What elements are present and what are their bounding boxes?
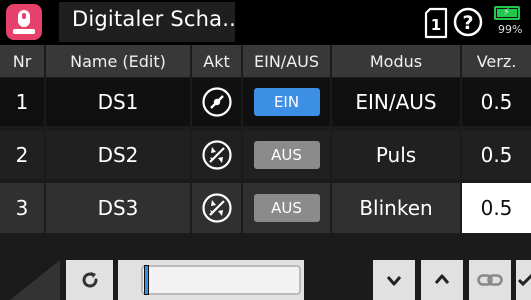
- row-1-nr: 1: [0, 78, 44, 126]
- chevron-up-icon: [434, 274, 450, 284]
- row-3-act: [192, 183, 241, 233]
- switch-blocked-icon: [201, 140, 232, 170]
- card-number: 1: [431, 16, 441, 34]
- row-1-mode[interactable]: EIN/AUS: [332, 78, 460, 126]
- link-icon: [477, 274, 503, 286]
- row-2-state-cell: AUS: [243, 131, 330, 179]
- row-2-mode[interactable]: Puls: [332, 131, 460, 179]
- row-2-name[interactable]: DS2: [46, 131, 190, 179]
- row-2-nr: 2: [0, 131, 44, 179]
- model-card-icon[interactable]: 1: [423, 7, 449, 43]
- row-3-delay-selected[interactable]: 0.5: [462, 183, 531, 233]
- slider-handle[interactable]: [144, 265, 149, 295]
- switch-inactive-icon: [201, 87, 232, 117]
- corner-triangle-icon: [10, 260, 60, 300]
- chevron-down-icon: [386, 276, 402, 286]
- row-1-state-badge[interactable]: EIN: [253, 88, 320, 116]
- header-nr: Nr: [0, 45, 44, 77]
- title-bar: Digitaler Scha.. 1 ? ⚡ 99%: [0, 0, 531, 45]
- header-onoff: EIN/AUS: [243, 45, 330, 77]
- row-1-state-cell: EIN: [243, 78, 330, 126]
- row-3-name[interactable]: DS3: [46, 183, 190, 233]
- row-2-state-badge[interactable]: AUS: [253, 141, 320, 169]
- header-mode: Modus: [332, 45, 460, 77]
- charging-bolt-icon: ⚡: [503, 7, 511, 18]
- help-icon[interactable]: ?: [453, 7, 483, 41]
- row-3-state-cell: AUS: [243, 183, 330, 233]
- row-3-state-badge[interactable]: AUS: [253, 194, 320, 222]
- row-1-act: [192, 78, 241, 126]
- header-name: Name (Edit): [46, 45, 190, 77]
- link-button[interactable]: [469, 260, 511, 300]
- page-title: Digitaler Scha..: [72, 7, 236, 31]
- svg-text:?: ?: [462, 12, 473, 34]
- row-1-name[interactable]: DS1: [46, 78, 190, 126]
- confirm-button[interactable]: [516, 260, 531, 300]
- header-delay: Verz.: [462, 45, 531, 77]
- battery-icon: ⚡: [494, 6, 520, 20]
- checkmark-icon: [518, 273, 531, 287]
- scroll-up-button[interactable]: [421, 260, 463, 300]
- switch-blocked-icon: [201, 193, 232, 223]
- reset-button[interactable]: [66, 260, 113, 300]
- scroll-down-button[interactable]: [373, 260, 415, 300]
- row-1-delay[interactable]: 0.5: [462, 78, 531, 126]
- row-2-act: [192, 131, 241, 179]
- bottom-toolbar: [0, 252, 531, 300]
- row-3-mode[interactable]: Blinken: [332, 183, 460, 233]
- header-act: Akt: [192, 45, 241, 77]
- switch-app-icon[interactable]: [6, 4, 42, 40]
- value-slider[interactable]: [118, 260, 304, 300]
- corner-triangle-button[interactable]: [10, 260, 60, 300]
- row-2-delay[interactable]: 0.5: [462, 131, 531, 179]
- slider-track: [141, 265, 301, 295]
- battery-percent: 99%: [498, 23, 523, 36]
- reset-icon: [82, 272, 98, 288]
- row-3-nr: 3: [0, 183, 44, 233]
